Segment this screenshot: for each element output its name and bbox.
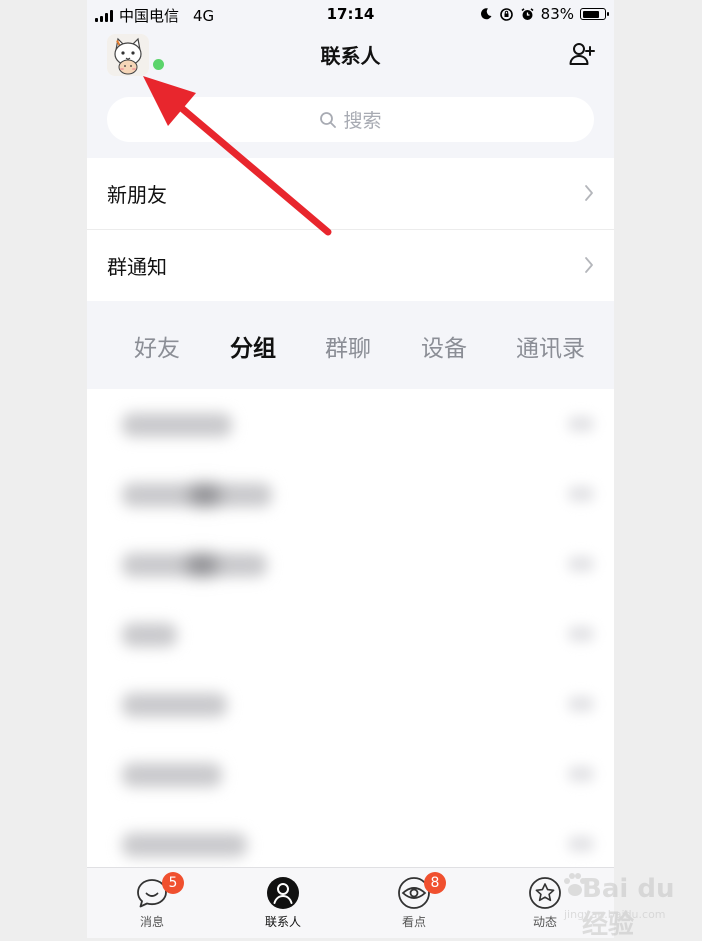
blurred-count	[568, 556, 594, 572]
add-friend-icon[interactable]	[568, 40, 596, 68]
list-item[interactable]	[87, 599, 614, 669]
tab-label: 消息	[139, 915, 164, 929]
person-icon	[267, 877, 299, 909]
group-notifications-item[interactable]: 群通知	[87, 229, 614, 301]
tab-group-chats[interactable]: 群聊	[325, 329, 371, 363]
search-icon	[320, 111, 337, 128]
list-item[interactable]	[87, 739, 614, 809]
contact-tabs: 好友 分组 群聊 设备 通讯录	[87, 301, 614, 389]
blurred-name	[122, 763, 222, 787]
alarm-icon	[521, 7, 534, 20]
tab-devices[interactable]: 设备	[421, 329, 467, 363]
tab-contacts[interactable]: 联系人	[233, 868, 333, 938]
battery-icon	[580, 8, 609, 20]
blurred-count	[568, 486, 594, 502]
nav-bar: 联系人	[87, 28, 614, 84]
list-item[interactable]	[87, 669, 614, 739]
contact-group-list	[87, 389, 614, 867]
blurred-count	[568, 766, 594, 782]
phone-screen: 中国电信 4G 17:14 83% 联系人 搜索 新朋友 群通知 好友 分组 群…	[87, 0, 614, 938]
moon-icon	[480, 8, 492, 20]
blurred-name	[122, 833, 247, 857]
rotation-lock-icon	[499, 7, 513, 21]
status-right: 83%	[479, 5, 609, 23]
watermark-url: jingyan.baidu.com	[564, 908, 666, 921]
watermark: Bai du 经验 jingyan.baidu.com	[560, 862, 700, 940]
status-bar: 中国电信 4G 17:14 83%	[87, 0, 614, 28]
battery-percent: 83%	[540, 5, 574, 23]
tab-label: 看点	[401, 915, 426, 929]
menu-item-label: 新朋友	[107, 183, 167, 207]
search-input[interactable]: 搜索	[107, 97, 594, 142]
new-friends-item[interactable]: 新朋友	[87, 158, 614, 229]
star-icon	[529, 877, 561, 909]
blurred-count	[568, 696, 594, 712]
tab-friends[interactable]: 好友	[134, 329, 180, 363]
tab-discover[interactable]: 8 看点	[364, 868, 464, 938]
tab-groups[interactable]: 分组	[230, 329, 276, 363]
search-placeholder: 搜索	[343, 110, 382, 132]
list-item[interactable]	[87, 459, 614, 529]
chevron-right-icon	[585, 185, 593, 201]
tab-label: 联系人	[264, 915, 301, 929]
list-item[interactable]	[87, 529, 614, 599]
blurred-count	[568, 836, 594, 852]
blurred-name	[122, 483, 272, 507]
unread-badge: 5	[162, 872, 184, 894]
blurred-count	[568, 416, 594, 432]
menu-item-label: 群通知	[107, 255, 167, 279]
blurred-count	[568, 626, 594, 642]
bottom-tab-bar: 5 消息 联系人 8 看点 动态	[87, 867, 614, 938]
blurred-name	[122, 553, 267, 577]
blurred-name	[122, 623, 177, 647]
list-item[interactable]	[87, 389, 614, 459]
contact-menu: 新朋友 群通知	[87, 158, 614, 301]
unread-badge: 8	[424, 872, 446, 894]
page-title: 联系人	[320, 44, 381, 68]
chevron-right-icon	[585, 257, 593, 273]
blurred-name	[122, 413, 232, 437]
blurred-name	[122, 693, 227, 717]
tab-messages[interactable]: 5 消息	[102, 868, 202, 938]
tab-address-book[interactable]: 通讯录	[516, 329, 585, 363]
